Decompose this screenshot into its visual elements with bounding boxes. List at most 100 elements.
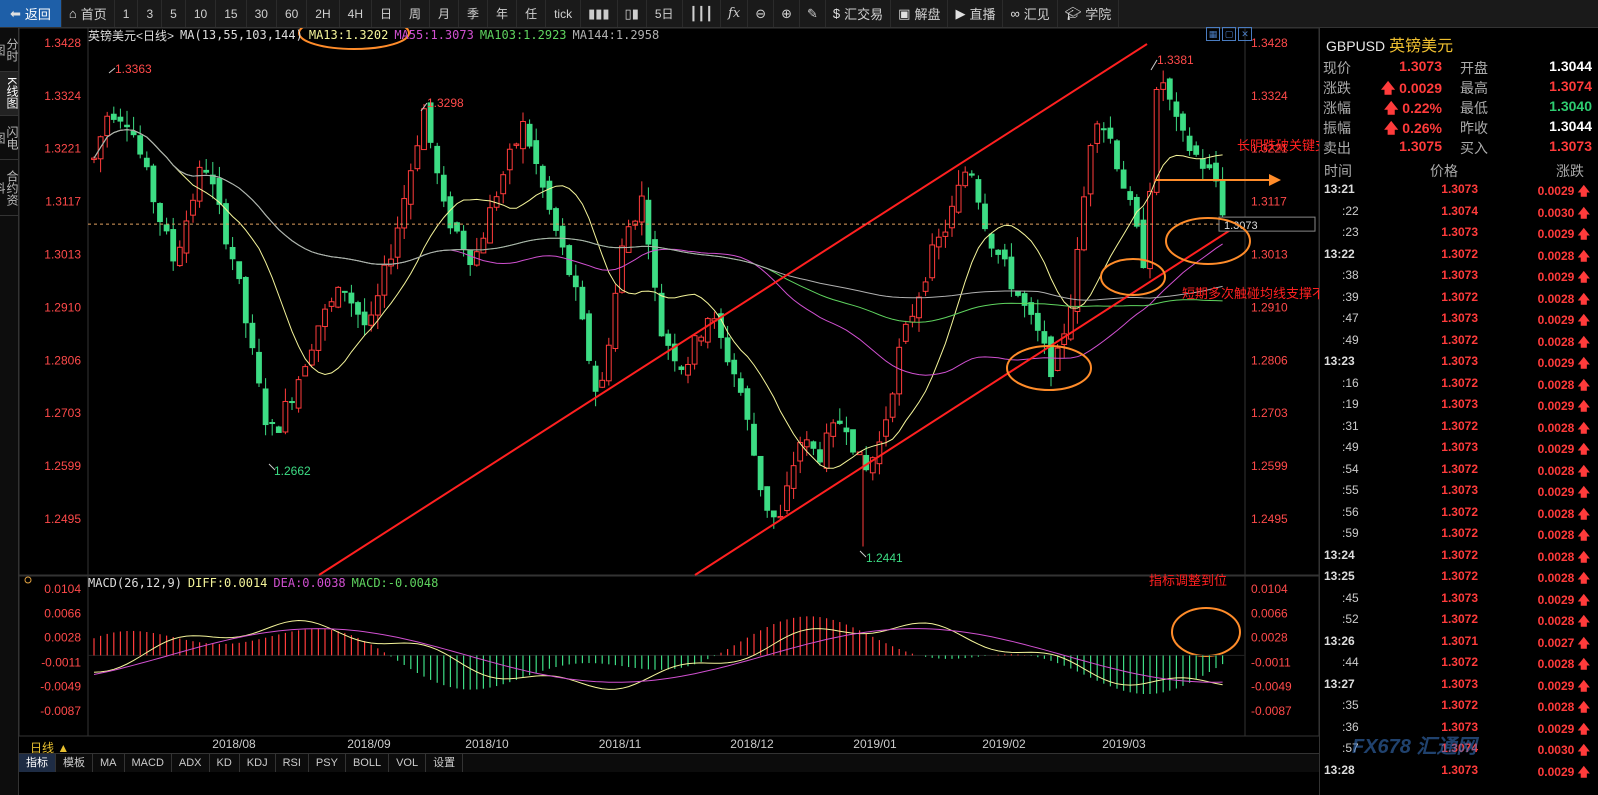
indicator-tab[interactable]: KDJ	[240, 754, 276, 772]
tick-change: 0.0028 🡅	[1537, 334, 1590, 349]
period-button[interactable]: 3	[138, 0, 163, 27]
period-button[interactable]: 周	[401, 0, 431, 27]
indicator-tab[interactable]: KD	[210, 754, 240, 772]
tick-row: :35 1.3072 0.0028 🡅	[1320, 698, 1598, 719]
candle-body	[480, 237, 487, 254]
candle-body	[1028, 302, 1035, 315]
period-button[interactable]: 2H	[307, 0, 340, 27]
up-arrow-icon: 🡅	[1577, 399, 1590, 413]
top-toolbar: ⬅ 返回 ⌂ 首页 1 3 5 10 15 30 60 2H 4H 日周月季年任 tick ▮▮▮ ▯▮…	[0, 0, 1598, 28]
academy-button[interactable]: 🎓︎ 学院	[1058, 0, 1120, 27]
up-arrow-icon: 🡅	[1577, 635, 1590, 650]
chart-settings-icon[interactable]: ▦	[1206, 27, 1220, 41]
home-button[interactable]: ⌂ 首页	[62, 0, 115, 27]
tick-price: 1.3072	[1441, 332, 1478, 347]
watermark-logo: FX678 汇通网	[1352, 736, 1477, 758]
left-tab[interactable]: K线图	[0, 72, 19, 116]
trade-button[interactable]: $ 汇交易	[826, 0, 892, 27]
zoom-out-icon[interactable]: ⊖	[748, 0, 775, 27]
view-button[interactable]: ∞ 汇见	[1003, 0, 1058, 27]
five-day-button[interactable]: 5日	[647, 0, 683, 27]
candlestick-icon[interactable]: ┃┃┃	[683, 0, 722, 27]
candle-body	[810, 441, 817, 449]
candle-body	[539, 165, 546, 188]
indicator-tab[interactable]: BOLL	[346, 754, 390, 772]
indicator-tab[interactable]: MA	[93, 754, 125, 772]
period-button[interactable]: 15	[216, 0, 247, 27]
back-button[interactable]: ⬅ 返回	[0, 0, 62, 27]
candle-body	[586, 313, 592, 361]
tick-time: :38	[1342, 268, 1359, 282]
analysis-button[interactable]: ▣ 解盘	[891, 0, 949, 27]
up-arrow-icon: 🡅	[1577, 549, 1590, 564]
indicator-tab[interactable]: RSI	[276, 754, 309, 772]
candle-body	[1120, 169, 1127, 189]
left-tab[interactable]: 合约资料	[0, 160, 19, 216]
period-button[interactable]: 季	[459, 0, 489, 27]
tick-row: 13:21 1.3073 0.0029 🡅	[1320, 182, 1598, 203]
indicator-tab[interactable]: ADX	[172, 754, 210, 772]
tick-time: :55	[1342, 483, 1359, 497]
macd-tick-right: -0.0087	[1251, 704, 1292, 718]
live-button[interactable]: ▶ 直播	[948, 0, 1004, 27]
macd-params: MACD(26,12,9)	[88, 576, 182, 590]
value-high: 1.3074	[1549, 78, 1592, 94]
up-arrow-icon: 🡅	[1577, 764, 1590, 779]
candle-body	[559, 225, 566, 248]
candle-body	[401, 198, 408, 229]
candle-body	[685, 363, 691, 376]
draw-pen-icon[interactable]: ✎	[800, 0, 826, 27]
candle-body	[625, 226, 632, 253]
period-button[interactable]: 60	[277, 0, 308, 27]
chart-header: 英镑美元<日线> MA(13,55,103,144) MA13:1.3202 M…	[88, 27, 659, 43]
quote-title: GBPUSD 英镑美元	[1326, 32, 1453, 56]
zoom-in-icon[interactable]: ⊕	[774, 0, 800, 27]
tick-change: 0.0029 🡅	[1537, 485, 1590, 499]
indicator-tab[interactable]: 指标	[19, 754, 56, 772]
kline-chart[interactable]: 1.3428 1.34281.3324 1.33241.3221 1.32211.31…	[19, 28, 1319, 768]
candle-body	[302, 366, 309, 377]
tick-row: 13:24 1.3072 0.0028 🡅	[1320, 548, 1598, 569]
period-button[interactable]: 月	[430, 0, 460, 27]
period-button[interactable]: 年	[488, 0, 518, 27]
formula-button[interactable]: fx	[721, 0, 749, 27]
tick-price: 1.3072	[1441, 375, 1478, 390]
period-button[interactable]: 30	[247, 0, 277, 27]
tick-time: :16	[1342, 375, 1359, 390]
indicator-tab[interactable]: 设置	[426, 754, 464, 772]
indicator-tab[interactable]: 模板	[56, 754, 93, 772]
up-arrow-icon: 🡅	[1577, 571, 1590, 585]
candle-body	[421, 108, 427, 151]
period-button[interactable]: 4H	[340, 0, 372, 27]
up-arrow-icon: 🡅	[1577, 377, 1590, 392]
period-button[interactable]: 日	[372, 0, 401, 27]
tick-change: 0.0029 🡅	[1537, 592, 1590, 607]
period-button[interactable]: 1	[115, 0, 139, 27]
chart-close-icon[interactable]: ✕	[1238, 27, 1252, 41]
macd-tick-left: 0.0066	[44, 606, 81, 620]
candle-body	[1166, 78, 1173, 100]
candle-body	[817, 449, 823, 463]
period-button[interactable]: tick	[546, 0, 582, 27]
period-button[interactable]: 任	[517, 0, 547, 27]
candle-body	[770, 510, 777, 518]
indicator-tab[interactable]: PSY	[309, 754, 346, 772]
candle-body	[1100, 128, 1107, 131]
tick-change: 0.0029 🡅	[1537, 313, 1590, 327]
indicator-tab[interactable]: MACD	[125, 754, 172, 772]
candle-icon[interactable]: ▯▮	[618, 0, 647, 27]
period-button[interactable]: 5	[162, 0, 186, 27]
price-tick-left: 1.2703	[44, 406, 81, 420]
bar-chart-icon[interactable]: ▮▮▮	[581, 0, 618, 27]
up-arrow-icon: 🡅	[1577, 463, 1590, 478]
candle-body	[110, 113, 117, 120]
period-button[interactable]: 10	[186, 0, 217, 27]
tick-time: 13:28	[1324, 762, 1355, 777]
candle-body	[975, 179, 982, 203]
left-tab[interactable]: 分时图	[0, 28, 19, 72]
indicator-tab[interactable]: VOL	[389, 754, 427, 772]
annotation-text: 短期多次触碰均线支撑不太妙	[1182, 286, 1319, 301]
tick-price: 1.3072	[1441, 461, 1478, 476]
left-tab[interactable]: 闪电图	[0, 116, 19, 160]
chart-restore-icon[interactable]: ▢	[1222, 27, 1236, 41]
